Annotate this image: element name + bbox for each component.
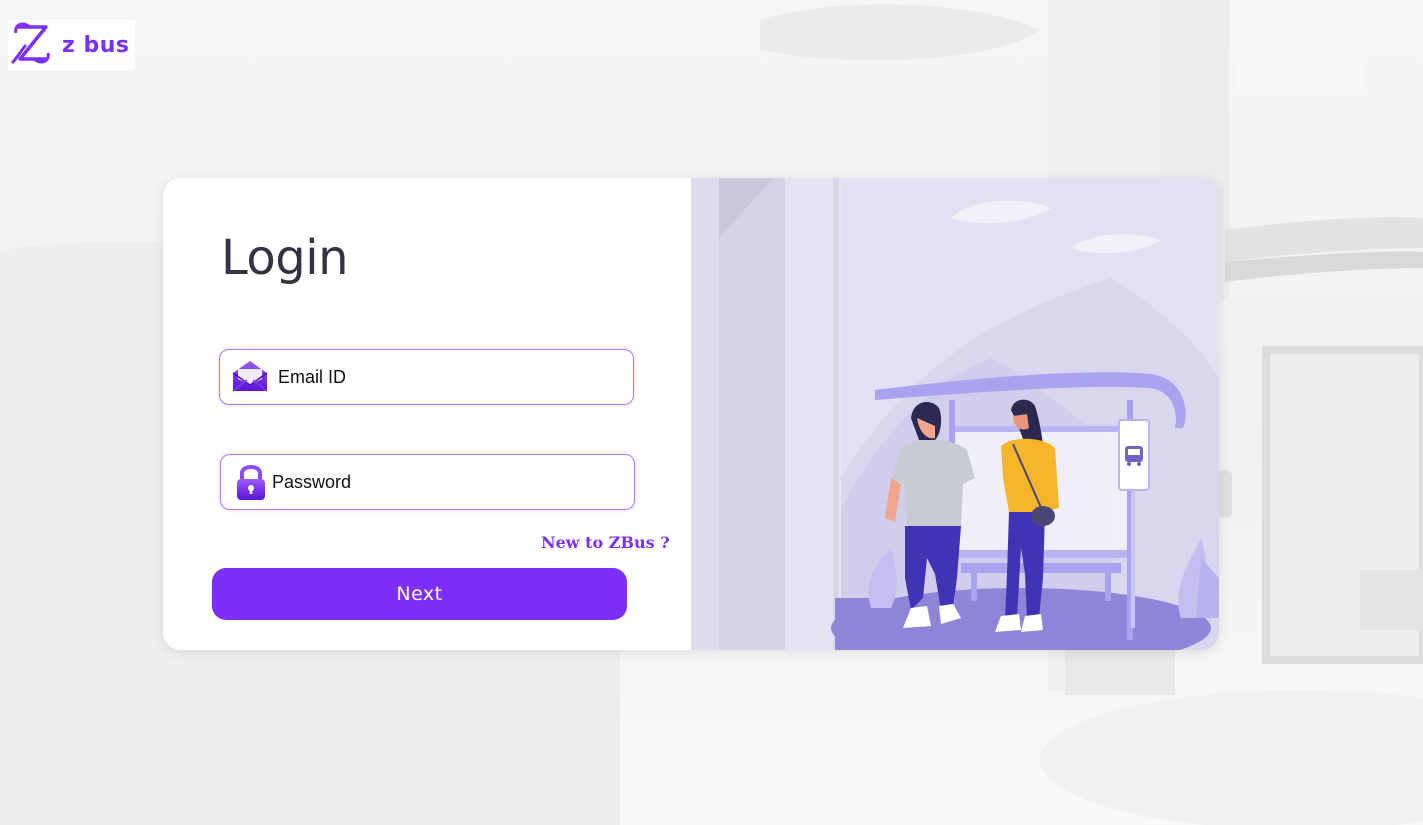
email-input[interactable] (278, 366, 608, 388)
password-field[interactable] (220, 454, 635, 510)
password-input[interactable] (272, 471, 602, 493)
next-button[interactable]: Next (212, 568, 627, 620)
brand[interactable]: z bus (8, 19, 136, 71)
login-card: Login Email ID New to ZBus ? Next (163, 178, 1219, 650)
bus-stop-illustration (691, 178, 1219, 650)
login-title: Login (221, 230, 349, 286)
login-form: Login Email ID New to ZBus ? Next (163, 178, 691, 650)
zbus-logo-icon (8, 19, 52, 71)
signup-link[interactable]: New to ZBus ? (541, 533, 670, 552)
email-field[interactable] (219, 349, 634, 405)
lock-icon (231, 462, 271, 502)
brand-name: z bus (62, 32, 130, 58)
login-page: z bus Login Email ID New to ZBus ? Next (0, 0, 1423, 825)
envelope-icon (230, 357, 270, 397)
